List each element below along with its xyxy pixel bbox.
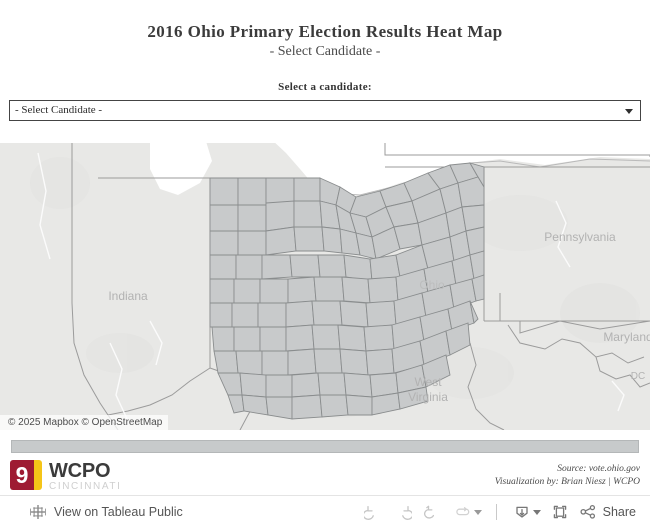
page-subtitle: - Select Candidate - (269, 44, 381, 59)
logo-nine-glyph: 9 (15, 462, 29, 488)
redo-icon (401, 505, 412, 520)
credit-source: Source: vote.ohio.gov (557, 464, 640, 474)
candidate-filter-label: Select a candidate: (278, 81, 372, 93)
tableau-viz-container: 2016 Ohio Primary Election Results Heat … (0, 0, 650, 528)
toolbar-actions: Share (358, 499, 650, 525)
refresh-icon (455, 507, 469, 516)
view-on-tableau-public-label: View on Tableau Public (54, 505, 183, 519)
credit-visualization: Visualization by: Brian Niesz | WCPO (494, 477, 640, 487)
wcpo-logo-text: WCPO CINCINNATI (49, 460, 121, 492)
state-label-virginia: Virginia (408, 390, 448, 404)
candidate-select-value: - Select Candidate - (15, 104, 103, 116)
view-on-tableau-public-button[interactable]: View on Tableau Public (0, 504, 183, 520)
redo-button[interactable] (388, 499, 418, 525)
credits: Source: vote.ohio.gov Visualization by: … (495, 463, 640, 489)
download-icon (515, 506, 528, 518)
refresh-dropdown-caret[interactable] (473, 509, 482, 515)
title-block: 2016 Ohio Primary Election Results Heat … (0, 0, 650, 61)
wcpo-logo-mark: 9 (10, 460, 42, 490)
undo-icon (363, 505, 374, 520)
chevron-down-icon[interactable] (625, 109, 633, 114)
logo-city: CINCINNATI (49, 481, 122, 492)
map-svg: Indiana Ohio Pennsylvania Maryland DC We… (0, 143, 650, 430)
tableau-logo-icon (30, 505, 46, 519)
revert-icon (423, 505, 434, 519)
state-label-maryland: Maryland (603, 330, 650, 344)
map-canvas[interactable]: Indiana Ohio Pennsylvania Maryland DC We… (0, 143, 650, 430)
undo-button[interactable] (358, 499, 388, 525)
candidate-filter: Select a candidate: - Select Candidate - (0, 81, 650, 121)
footer: 9 WCPO CINCINNATI Source: vote.ohio.gov … (0, 458, 650, 495)
state-label-indiana: Indiana (108, 289, 148, 303)
state-label-pennsylvania: Pennsylvania (544, 230, 616, 244)
fullscreen-icon (553, 505, 566, 519)
share-label: Share (602, 505, 636, 519)
page-title: 2016 Ohio Primary Election Results Heat … (147, 22, 503, 41)
revert-button[interactable] (418, 499, 448, 525)
wcpo-logo: 9 WCPO CINCINNATI (10, 460, 121, 492)
state-label-ohio: Ohio (419, 278, 445, 292)
fullscreen-button[interactable] (545, 499, 575, 525)
logo-call-letters: WCPO (49, 460, 111, 482)
map-attribution: © 2025 Mapbox © OpenStreetMap (0, 415, 169, 430)
toolbar-divider (495, 504, 497, 520)
tableau-toolbar: View on Tableau Public Share (0, 495, 650, 528)
state-label-dc: DC (631, 371, 645, 382)
share-icon (580, 504, 595, 519)
state-label-west: West (414, 375, 442, 389)
share-button[interactable]: Share (579, 503, 636, 521)
legend-color-bar (11, 440, 639, 453)
download-dropdown-caret[interactable] (532, 509, 541, 515)
candidate-select[interactable]: - Select Candidate - (9, 100, 641, 121)
